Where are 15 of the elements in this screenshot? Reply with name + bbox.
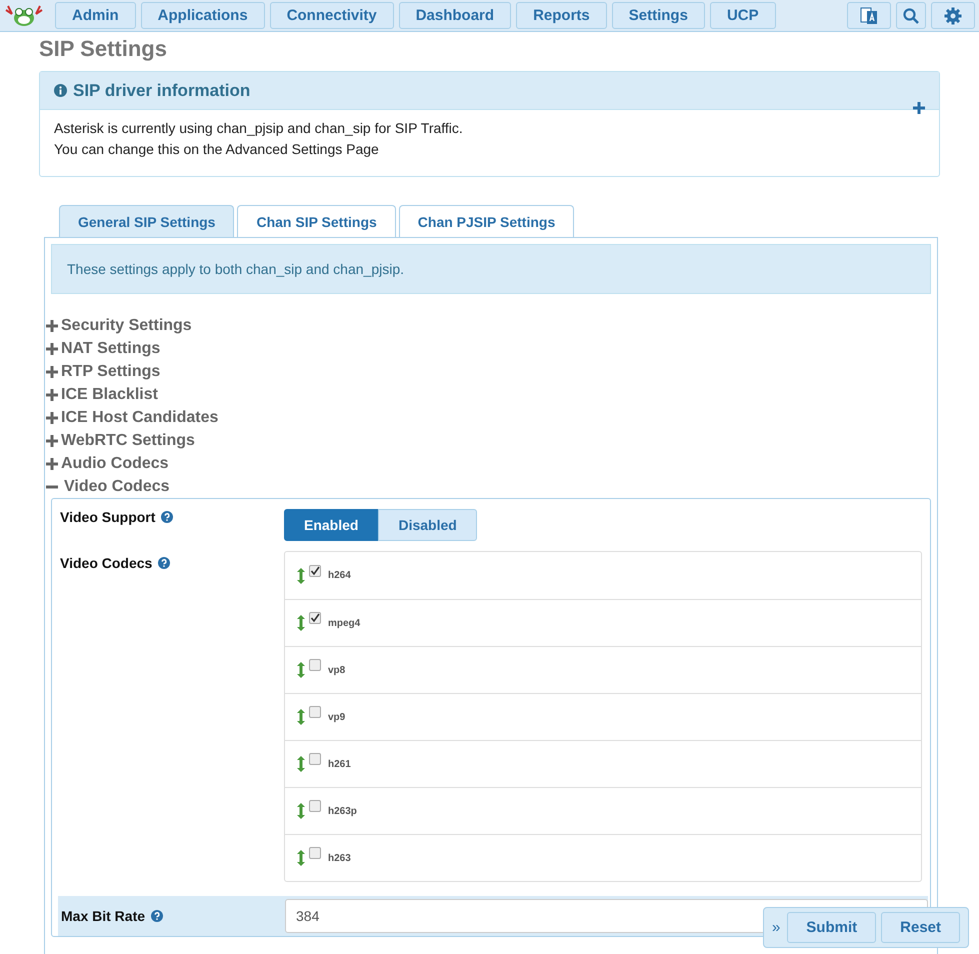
codec-name: h264 bbox=[328, 570, 351, 581]
codec-name: h261 bbox=[328, 758, 351, 770]
notice-text: These settings apply to both chan_sip and chan_pjsip. bbox=[51, 244, 931, 294]
info-text: Asterisk is currently using chan_pjsip and chan_sip for SIP Traffic. bbox=[54, 119, 464, 138]
field-label: Max Bit Rate bbox=[61, 908, 146, 924]
info-text: You can change this on the Advanced Settings Page bbox=[54, 140, 380, 159]
codec-name: h263 bbox=[328, 852, 351, 864]
codec-name: vp8 bbox=[328, 664, 346, 676]
panel-title: SIP driver information bbox=[73, 80, 250, 100]
codec-name: vp9 bbox=[328, 712, 346, 722]
page-title: SIP Settings bbox=[39, 36, 168, 62]
field-label: Video Support bbox=[60, 509, 156, 525]
field-label: Video Codecs bbox=[60, 555, 152, 571]
codec-name: h263p bbox=[328, 806, 357, 816]
codec-name: mpeg4 bbox=[328, 618, 360, 628]
